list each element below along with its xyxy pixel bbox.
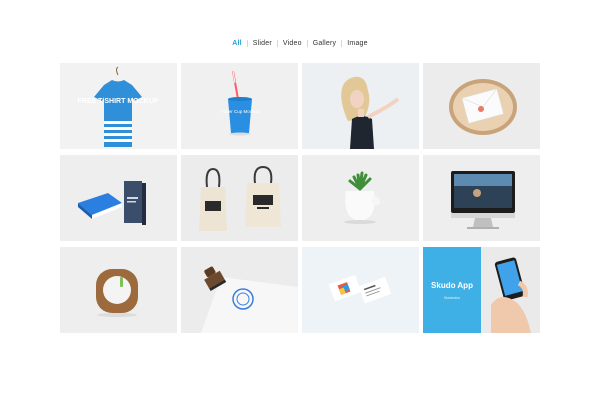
- app-phone-panel: [481, 247, 540, 333]
- tote-bags-image: [199, 165, 281, 231]
- app-cover-panel: Skudo App Illustrator: [423, 247, 481, 333]
- portfolio-item-stamp[interactable]: [181, 247, 298, 333]
- filter-gallery[interactable]: Gallery: [308, 40, 342, 47]
- stamp-mockup-image: [201, 266, 298, 333]
- portfolio-item-skudo-app[interactable]: Skudo App Illustrator: [423, 247, 540, 333]
- cup-label-text: Paper Cup Mockup: [221, 109, 260, 114]
- portfolio-item-tote-bags[interactable]: [181, 155, 298, 241]
- imac-mockup-image: [451, 171, 515, 229]
- plant-pot-image: [344, 171, 380, 224]
- filter-image[interactable]: Image: [342, 40, 372, 47]
- filter-all[interactable]: All: [227, 40, 247, 47]
- portfolio-item-paper-cup[interactable]: Paper Cup Mockup: [181, 63, 298, 149]
- wood-clock-image: [96, 269, 138, 317]
- portrait-image: [341, 76, 400, 149]
- portfolio-item-books[interactable]: [60, 155, 177, 241]
- business-cards-image: [328, 274, 392, 304]
- envelope-on-wood-image: [449, 79, 517, 135]
- portfolio-filter-bar: All Slider Video Gallery Image: [0, 36, 600, 50]
- tshirt-mockup-image: FREE T-SHIRT MOCKUP: [78, 66, 159, 147]
- books-mockup-image: [78, 181, 146, 225]
- tshirt-print-text: FREE T-SHIRT MOCKUP: [78, 98, 159, 105]
- portfolio-item-wood-clock[interactable]: [60, 247, 177, 333]
- portfolio-item-envelope[interactable]: [423, 63, 540, 149]
- portfolio-item-business-cards[interactable]: [302, 247, 419, 333]
- paper-cup-image: Paper Cup Mockup: [221, 70, 260, 136]
- app-title: Skudo App: [431, 280, 473, 290]
- filter-slider[interactable]: Slider: [248, 40, 277, 47]
- portfolio-item-imac[interactable]: [423, 155, 540, 241]
- portfolio-grid: FREE T-SHIRT MOCKUP Paper Cup Mockup Sku…: [60, 63, 540, 333]
- filter-video[interactable]: Video: [278, 40, 307, 47]
- portfolio-item-tshirt[interactable]: FREE T-SHIRT MOCKUP: [60, 63, 177, 149]
- phone-in-hand-image: [491, 257, 531, 333]
- portfolio-item-plant[interactable]: [302, 155, 419, 241]
- portfolio-item-portrait[interactable]: [302, 63, 419, 149]
- app-subtitle: Illustrator: [443, 294, 461, 300]
